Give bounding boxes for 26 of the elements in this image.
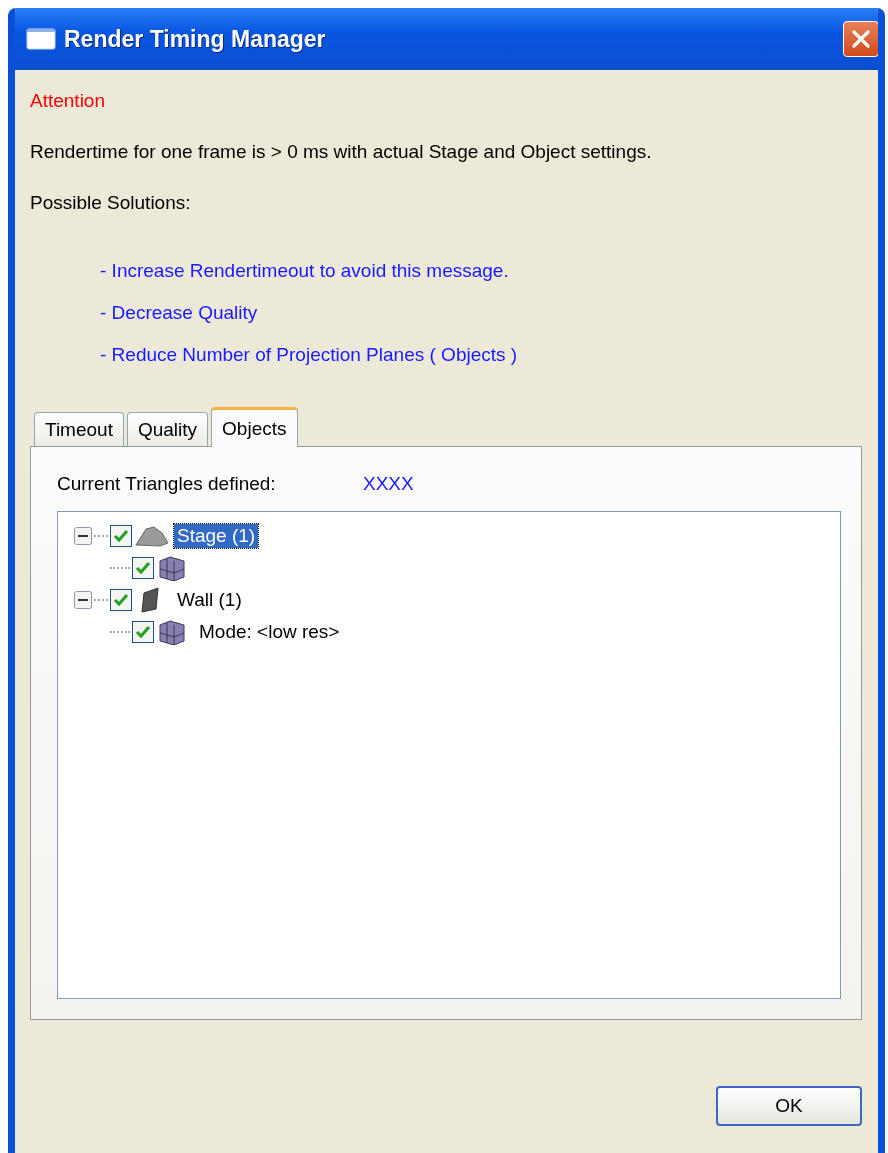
window-icon [26,28,56,50]
tree-item[interactable]: Stage (1) [174,524,259,548]
close-button[interactable] [843,21,878,57]
solution-text: - Increase Rendertimeout to avoid this message. [100,260,510,282]
solutions-heading: Possible Solutions: [30,192,192,214]
attention-label: Attention [30,90,106,112]
checkbox[interactable] [132,621,154,643]
collapse-icon[interactable] [74,527,92,545]
triangles-value: XXXX [363,473,414,495]
window-title: Render Timing Manager [64,25,327,53]
solution-text: - Reduce Number of Projection Planes ( Objects ) [100,344,519,366]
collapse-icon[interactable] [74,591,92,609]
checkbox[interactable] [132,557,154,579]
ok-button[interactable]: OK [716,1086,862,1126]
checkbox[interactable] [110,525,132,547]
tree-item[interactable]: Mode: <low res> [196,620,343,644]
solution-text: - Decrease Quality [100,302,259,324]
close-icon [850,28,872,50]
triangles-label: Current Triangles defined: [57,473,277,495]
message-text: Rendertime for one frame is > 0 ms with actual Stage and Object settings. [30,141,653,163]
terrain-icon [134,523,170,549]
checkbox[interactable] [110,589,132,611]
tab[interactable]: Timeout [34,412,124,446]
tab[interactable]: Quality [126,412,209,446]
tab[interactable]: Objects [211,407,298,447]
tree-item[interactable]: Wall (1) [174,588,245,612]
